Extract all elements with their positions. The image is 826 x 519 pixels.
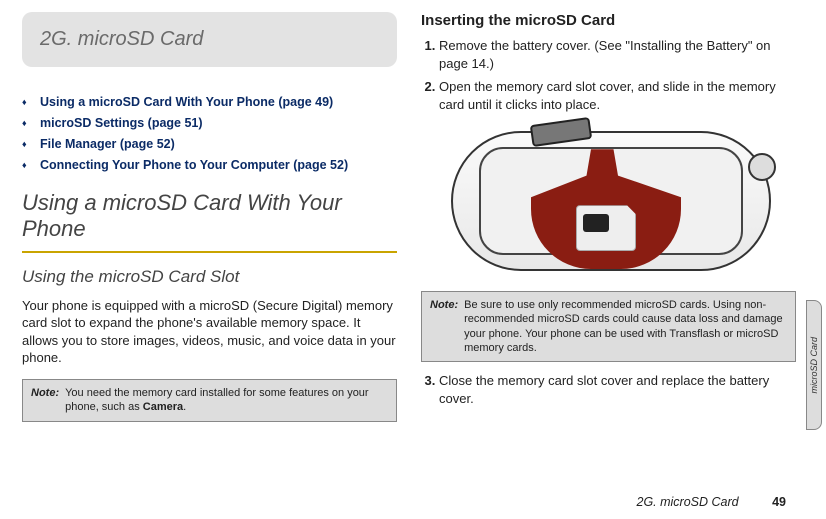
right-column: Inserting the microSD Card Remove the ba…	[421, 12, 796, 432]
left-column: 2G. microSD Card Using a microSD Card Wi…	[22, 12, 397, 432]
steps-list: Remove the battery cover. (See "Installi…	[439, 37, 796, 113]
step-item: Open the memory card slot cover, and sli…	[439, 78, 796, 113]
section-rule	[22, 251, 397, 253]
toc-item[interactable]: Using a microSD Card With Your Phone (pa…	[22, 95, 397, 109]
insert-sd-diagram	[421, 121, 796, 281]
page-footer: 2G. microSD Card 49	[637, 495, 787, 509]
toc-item[interactable]: Connecting Your Phone to Your Computer (…	[22, 158, 397, 172]
footer-page-number: 49	[772, 495, 786, 509]
steps-list-continued: Close the memory card slot cover and rep…	[439, 372, 796, 407]
note-text: Be sure to use only recommended microSD …	[464, 298, 787, 355]
inserting-heading: Inserting the microSD Card	[421, 12, 796, 29]
note-label: Note:	[430, 298, 458, 355]
step-item: Close the memory card slot cover and rep…	[439, 372, 796, 407]
body-paragraph: Your phone is equipped with a microSD (S…	[22, 297, 397, 367]
side-thumb-tab: microSD Card	[806, 300, 822, 430]
note-label: Note:	[31, 386, 59, 415]
chapter-tab: 2G. microSD Card	[22, 12, 397, 67]
footer-chapter: 2G. microSD Card	[637, 495, 739, 509]
side-tab-label: microSD Card	[809, 337, 819, 394]
note-text: You need the memory card installed for s…	[65, 386, 388, 415]
camera-lens-icon	[748, 153, 776, 181]
chapter-label: 2G. microSD Card	[40, 28, 203, 50]
subsection-heading: Using the microSD Card Slot	[22, 267, 397, 287]
step-item: Remove the battery cover. (See "Installi…	[439, 37, 796, 72]
toc-item[interactable]: microSD Settings (page 51)	[22, 116, 397, 130]
table-of-contents: Using a microSD Card With Your Phone (pa…	[22, 95, 397, 172]
section-heading: Using a microSD Card With Your Phone	[22, 190, 397, 243]
note-box: Note: You need the memory card installed…	[22, 379, 397, 422]
note-box: Note: Be sure to use only recommended mi…	[421, 291, 796, 362]
microsd-card-icon	[576, 205, 636, 251]
toc-item[interactable]: File Manager (page 52)	[22, 137, 397, 151]
